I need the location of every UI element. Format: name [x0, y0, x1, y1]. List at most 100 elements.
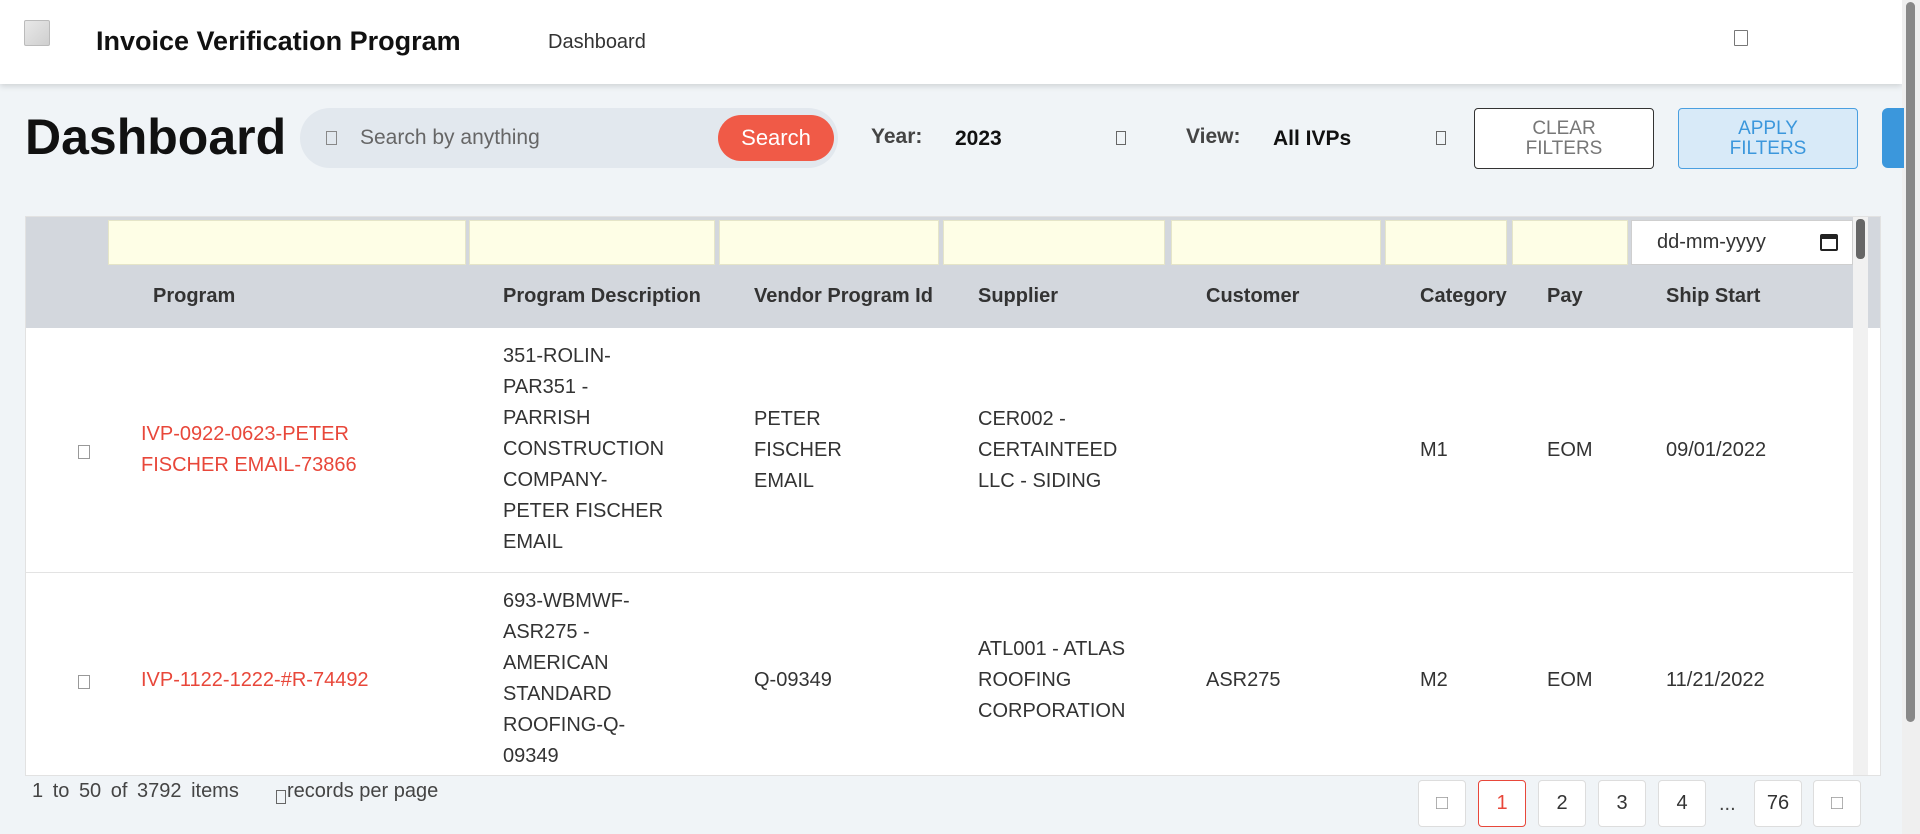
- program-link-line: IVP-1122-1222-#R-74492: [141, 669, 369, 691]
- range-from: 1: [32, 780, 44, 802]
- prev-page-button[interactable]: □: [1418, 780, 1466, 827]
- table-scrollbar[interactable]: [1853, 217, 1868, 775]
- filter-program[interactable]: [108, 220, 466, 265]
- calendar-icon[interactable]: [1820, 234, 1838, 251]
- search-input[interactable]: [360, 118, 690, 158]
- range-to: 50: [78, 780, 102, 802]
- description-line: ROOFING-Q-: [503, 714, 626, 736]
- supplier-line: ATL001 - ATLAS: [978, 638, 1126, 660]
- program-link-line: IVP-0922-0623-PETER: [141, 423, 349, 445]
- supplier-line: LLC - SIDING: [978, 470, 1102, 492]
- view-dropdown-icon[interactable]: [1436, 131, 1446, 145]
- pagination-ellipsis: ...: [1719, 793, 1736, 815]
- column-header-vendor-program-id[interactable]: Vendor Program Id: [754, 285, 933, 308]
- apply-filters-label-1: APPLY: [1738, 117, 1798, 139]
- search-button[interactable]: Search: [718, 115, 834, 161]
- column-header-category[interactable]: Category: [1420, 285, 1507, 308]
- description-line: CONSTRUCTION: [503, 438, 665, 460]
- next-page-button[interactable]: □: [1813, 780, 1861, 827]
- records-per-page-label: records per page: [287, 780, 439, 802]
- filter-supplier[interactable]: [943, 220, 1165, 265]
- records-per-page-dropdown-icon[interactable]: [276, 790, 286, 804]
- program-link[interactable]: IVP-1122-1222-#R-74492: [141, 665, 369, 696]
- description-line: COMPANY-: [503, 469, 608, 491]
- action-button-partial[interactable]: [1882, 108, 1904, 168]
- supplier-line: CORPORATION: [978, 700, 1126, 722]
- column-header-ship-start[interactable]: Ship Start: [1666, 285, 1760, 308]
- year-dropdown-icon[interactable]: [1116, 131, 1126, 145]
- page-title: Dashboard: [25, 109, 287, 165]
- clear-filters-label-1: CLEAR: [1532, 117, 1596, 139]
- page-76-button[interactable]: 76: [1754, 780, 1802, 827]
- row-select-checkbox[interactable]: [78, 445, 90, 459]
- clear-filters-label-2: FILTERS: [1525, 137, 1603, 159]
- pay-cell: EOM: [1547, 439, 1593, 461]
- search-icon: [326, 131, 337, 145]
- description-line: EMAIL: [503, 531, 564, 553]
- logo-icon[interactable]: [24, 20, 50, 46]
- items-word: items: [191, 780, 239, 802]
- supplier-cell: CER002 - CERTAINTEED LLC - SIDING: [978, 404, 1117, 497]
- app-title: Invoice Verification Program: [96, 26, 461, 56]
- description-line: 351-ROLIN-: [503, 345, 611, 367]
- apply-filters-button[interactable]: APPLY FILTERS: [1678, 108, 1858, 169]
- to-word: to: [52, 780, 70, 802]
- column-header-supplier[interactable]: Supplier: [978, 285, 1058, 308]
- description-line: PAR351 -: [503, 376, 589, 398]
- supplier-line: CERTAINTEED: [978, 439, 1118, 461]
- page-3-button[interactable]: 3: [1598, 780, 1646, 827]
- table-scrollbar-thumb[interactable]: [1856, 219, 1865, 259]
- clear-filters-button[interactable]: CLEAR FILTERS: [1474, 108, 1654, 169]
- year-select[interactable]: 2023: [955, 127, 1002, 151]
- apply-filters-label-2: FILTERS: [1729, 137, 1807, 159]
- filter-pay[interactable]: [1512, 220, 1628, 265]
- supplier-cell: ATL001 - ATLAS ROOFING CORPORATION: [978, 634, 1125, 727]
- category-cell: M2: [1420, 669, 1448, 691]
- table-row[interactable]: IVP-0922-0623-PETER FISCHER EMAIL-73866 …: [26, 328, 1853, 573]
- table-row[interactable]: IVP-1122-1222-#R-74492 693-WBMWF- ASR275…: [26, 574, 1853, 775]
- pay-cell: EOM: [1547, 669, 1593, 691]
- filter-customer[interactable]: [1171, 220, 1381, 265]
- search-bar: Search: [300, 108, 838, 168]
- vendor-id-line: Q-09349: [754, 669, 832, 691]
- customer-cell: ASR275: [1206, 669, 1281, 691]
- total-items: 3792: [137, 780, 182, 802]
- vendor-program-id-cell: Q-09349: [754, 665, 832, 696]
- supplier-line: ROOFING: [978, 669, 1072, 691]
- column-header-pay[interactable]: Pay: [1547, 285, 1583, 308]
- ship-start-cell: 09/01/2022: [1666, 439, 1767, 461]
- year-label: Year:: [871, 125, 923, 148]
- column-header-program[interactable]: Program: [153, 285, 235, 308]
- column-header-customer[interactable]: Customer: [1206, 285, 1299, 308]
- vendor-id-line: EMAIL: [754, 470, 815, 492]
- view-label: View:: [1186, 125, 1241, 148]
- row-select-checkbox[interactable]: [78, 675, 90, 689]
- program-link[interactable]: IVP-0922-0623-PETER FISCHER EMAIL-73866: [141, 419, 357, 481]
- page-1-button[interactable]: 1: [1478, 780, 1526, 827]
- description-cell: 693-WBMWF- ASR275 - AMERICAN STANDARD RO…: [503, 586, 630, 772]
- table-header: dd-mm-yyyy Program Program Description V…: [26, 217, 1880, 328]
- vendor-id-line: FISCHER: [754, 439, 842, 461]
- user-menu-icon[interactable]: [1734, 30, 1748, 46]
- description-line: AMERICAN: [503, 652, 609, 674]
- column-header-description[interactable]: Program Description: [503, 285, 701, 308]
- page-2-button[interactable]: 2: [1538, 780, 1586, 827]
- filter-ship-start-date[interactable]: dd-mm-yyyy: [1631, 220, 1853, 265]
- filter-category[interactable]: [1385, 220, 1507, 265]
- description-line: STANDARD: [503, 683, 612, 705]
- of-word: of: [110, 780, 128, 802]
- description-line: ASR275 -: [503, 621, 590, 643]
- supplier-line: CER002 -: [978, 408, 1066, 430]
- ship-start-cell: 11/21/2022: [1666, 669, 1765, 691]
- date-placeholder: dd-mm-yyyy: [1657, 231, 1766, 253]
- description-line: PETER FISCHER: [503, 500, 664, 522]
- nav-dashboard-link[interactable]: Dashboard: [548, 31, 646, 54]
- page-scrollbar[interactable]: [1902, 0, 1920, 834]
- view-select[interactable]: All IVPs: [1273, 127, 1351, 151]
- page-scrollbar-thumb[interactable]: [1906, 2, 1915, 722]
- description-line: 693-WBMWF-: [503, 590, 630, 612]
- top-navbar: Invoice Verification Program Dashboard: [0, 0, 1902, 84]
- page-4-button[interactable]: 4: [1658, 780, 1706, 827]
- filter-vendor-program-id[interactable]: [719, 220, 939, 265]
- filter-description[interactable]: [469, 220, 715, 265]
